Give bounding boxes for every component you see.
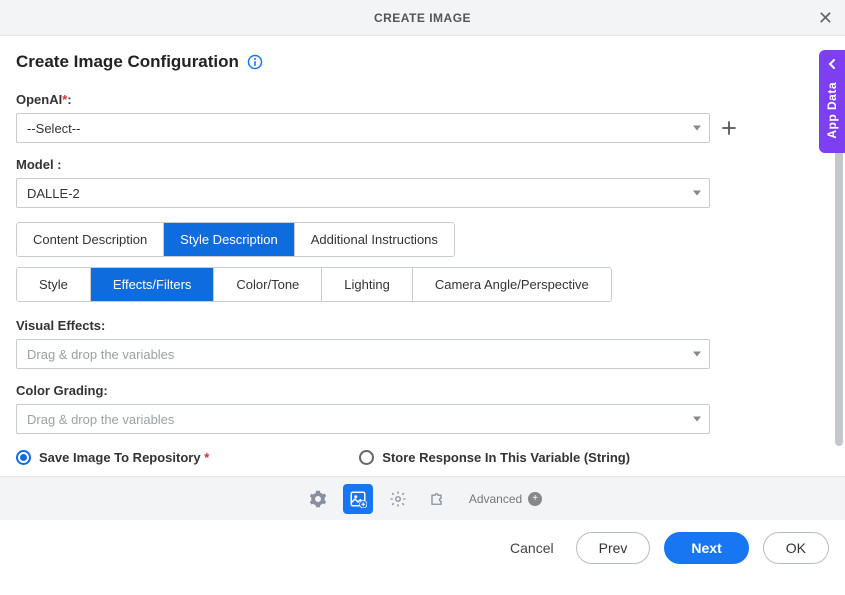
sub-tab-lighting[interactable]: Lighting [322, 268, 413, 301]
color-grading-label: Color Grading: [16, 383, 825, 398]
radio-checked-icon [16, 450, 31, 465]
add-openai-icon[interactable] [720, 119, 738, 137]
chevron-left-icon [827, 56, 837, 72]
gear-icon[interactable] [303, 484, 333, 514]
radio-save-label: Save Image To Repository * [39, 450, 209, 465]
content-area: Create Image Configuration OpenAI*: --Se… [0, 36, 845, 476]
caret-down-icon [693, 417, 701, 422]
close-icon[interactable]: ✕ [818, 9, 833, 27]
next-button[interactable]: Next [664, 532, 748, 564]
puzzle-icon[interactable] [423, 484, 453, 514]
image-add-icon[interactable] [343, 484, 373, 514]
radio-unchecked-icon [359, 450, 374, 465]
advanced-label: Advanced [469, 492, 522, 506]
plus-circle-icon: + [528, 492, 542, 506]
color-grading-field: Color Grading: Drag & drop the variables [16, 383, 825, 434]
visual-effects-select[interactable]: Drag & drop the variables [16, 339, 710, 369]
info-icon[interactable] [247, 54, 263, 70]
tab-content-description[interactable]: Content Description [17, 223, 164, 256]
visual-effects-field: Visual Effects: Drag & drop the variable… [16, 318, 825, 369]
model-field: Model : DALLE-2 [16, 157, 825, 208]
color-grading-placeholder: Drag & drop the variables [27, 412, 174, 427]
openai-label: OpenAI*: [16, 92, 825, 107]
tab-additional-instructions[interactable]: Additional Instructions [295, 223, 454, 256]
model-label: Model : [16, 157, 825, 172]
openai-field: OpenAI*: --Select-- [16, 92, 825, 143]
tab-style-description[interactable]: Style Description [164, 223, 295, 256]
prev-button[interactable]: Prev [576, 532, 651, 564]
color-grading-select[interactable]: Drag & drop the variables [16, 404, 710, 434]
openai-select[interactable]: --Select-- [16, 113, 710, 143]
page-title: Create Image Configuration [16, 52, 239, 72]
page-title-row: Create Image Configuration [16, 52, 825, 72]
caret-down-icon [693, 352, 701, 357]
dialog-title: CREATE IMAGE [374, 11, 471, 25]
main-tabs: Content Description Style Description Ad… [16, 222, 455, 257]
caret-down-icon [693, 191, 701, 196]
gear-outline-icon[interactable] [383, 484, 413, 514]
model-value: DALLE-2 [27, 186, 80, 201]
sub-tab-style[interactable]: Style [17, 268, 91, 301]
storage-radio-group: Save Image To Repository * Store Respons… [16, 450, 825, 465]
bottom-toolbar: Advanced + [0, 476, 845, 520]
dialog-footer: Cancel Prev Next OK [0, 520, 845, 576]
ok-button[interactable]: OK [763, 532, 829, 564]
radio-store-label: Store Response In This Variable (String) [382, 450, 630, 465]
caret-down-icon [693, 126, 701, 131]
visual-effects-label: Visual Effects: [16, 318, 825, 333]
sub-tabs: Style Effects/Filters Color/Tone Lightin… [16, 267, 612, 302]
radio-save-to-repository[interactable]: Save Image To Repository * [16, 450, 209, 465]
visual-effects-placeholder: Drag & drop the variables [27, 347, 174, 362]
sub-tab-color-tone[interactable]: Color/Tone [214, 268, 322, 301]
radio-store-variable[interactable]: Store Response In This Variable (String) [359, 450, 630, 465]
app-data-side-tab[interactable]: App Data [819, 50, 845, 153]
sub-tab-camera-angle[interactable]: Camera Angle/Perspective [413, 268, 611, 301]
model-select[interactable]: DALLE-2 [16, 178, 710, 208]
side-tab-label: App Data [825, 82, 839, 139]
sub-tab-effects-filters[interactable]: Effects/Filters [91, 268, 215, 301]
cancel-button[interactable]: Cancel [502, 540, 562, 556]
advanced-toggle[interactable]: Advanced + [469, 492, 542, 506]
dialog-header: CREATE IMAGE ✕ [0, 0, 845, 36]
openai-value: --Select-- [27, 121, 80, 136]
